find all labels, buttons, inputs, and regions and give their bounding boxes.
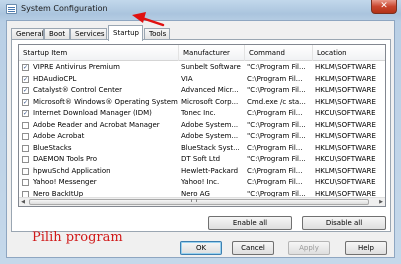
cell-manufacturer: Adobe System... [181, 132, 239, 140]
cell-item: Internet Download Manager (IDM) [33, 109, 152, 117]
startup-item-checkbox[interactable] [22, 64, 29, 71]
cell-manufacturer: VIA [181, 74, 193, 83]
startup-list-row[interactable]: hpwuSchd Application Hewlett-Packard C:\Pr… [19, 166, 385, 178]
window-title: System Configuration [21, 4, 108, 13]
cell-location: HKLM\SOFTWARE [315, 132, 376, 140]
startup-item-checkbox[interactable] [22, 87, 29, 94]
startup-item-checkbox[interactable] [22, 98, 29, 106]
list-header: Startup Item Manufacturer Command Locati… [19, 45, 385, 61]
cell-location: HKLM\SOFTWARE [315, 143, 376, 152]
startup-item-checkbox[interactable] [22, 156, 29, 163]
help-button[interactable]: Help [345, 241, 387, 255]
cell-command: "C:\Program Fil... [247, 86, 306, 94]
startup-list-row[interactable]: DAEMON Tools Pro DT Soft Ltd "C:\Program F… [19, 154, 385, 166]
cell-item: Yahoo! Messenger [33, 178, 97, 186]
cancel-button[interactable]: Cancel [232, 241, 274, 255]
title-bar[interactable]: System Configuration ✕ [0, 0, 401, 20]
startup-list-row[interactable]: Internet Download Manager (IDM) Tonec Inc… [19, 108, 385, 120]
enable-all-button[interactable]: Enable all [208, 216, 292, 230]
cell-manufacturer: Microsoft Corp... [181, 97, 239, 106]
scroll-left-arrow-icon[interactable]: ◀ [19, 198, 27, 206]
disable-all-button[interactable]: Disable all [302, 216, 386, 230]
cell-location: HKLM\SOFTWARE [315, 86, 376, 94]
column-startup-item[interactable]: Startup Item [19, 45, 179, 61]
startup-list-row[interactable]: HDAudioCPL VIA C:\Program Fil... HKLM\SOFTW… [19, 74, 385, 86]
cell-location: HKCU\SOFTWARE [315, 109, 376, 117]
startup-items-list[interactable]: Startup Item Manufacturer Command Locati… [18, 44, 386, 207]
startup-list-row[interactable]: Yahoo! Messenger Yahoo! Inc. C:\Program Fi… [19, 177, 385, 189]
cell-manufacturer: Advanced Micr... [181, 86, 239, 94]
scroll-right-arrow-icon[interactable]: ▶ [377, 198, 385, 206]
startup-item-checkbox[interactable] [22, 167, 29, 175]
cell-item: Catalyst® Control Center [33, 86, 123, 94]
cell-manufacturer: Hewlett-Packard [181, 166, 239, 175]
apply-button[interactable]: Apply [288, 241, 330, 255]
cell-location: HKLM\SOFTWARE [315, 63, 376, 71]
cell-manufacturer: Adobe System... [181, 120, 239, 129]
startup-list-row[interactable]: VIPRE Antivirus Premium Sunbelt Software "… [19, 62, 385, 74]
cell-manufacturer: BlueStack Syst... [181, 143, 240, 152]
cell-location: HKCU\SOFTWARE [315, 155, 376, 163]
cell-command: C:\Program Fil... [247, 166, 303, 175]
cell-command: "C:\Program Fil... [247, 63, 306, 71]
system-configuration-window: System Configuration ✕ General Boot Serv… [0, 0, 401, 264]
column-location[interactable]: Location [313, 45, 385, 61]
tab-startup[interactable]: Startup [108, 25, 143, 41]
cell-command: C:\Program Fil... [247, 109, 303, 117]
cell-manufacturer: Tonec Inc. [181, 109, 216, 117]
cell-location: HKLM\SOFTWARE [315, 97, 376, 106]
cell-item: HDAudioCPL [33, 74, 77, 83]
dialog-content: General Boot Services Startup Tools Star… [6, 20, 395, 258]
cell-item: hpwuSchd Application [33, 166, 111, 175]
startup-item-checkbox[interactable] [22, 75, 29, 83]
startup-list-row[interactable]: Microsoft® Windows® Operating SystemMicr… [19, 97, 385, 109]
cell-command: C:\Program Fil... [247, 74, 303, 83]
cell-item: Adobe Acrobat [33, 132, 85, 140]
startup-list-row[interactable]: Adobe Acrobat Adobe System... "C:\Program … [19, 131, 385, 143]
scrollbar-grip-icon [191, 199, 197, 202]
column-command[interactable]: Command [245, 45, 313, 61]
startup-item-checkbox[interactable] [22, 133, 29, 140]
cell-item: VIPRE Antivirus Premium [33, 63, 120, 71]
startup-list-row[interactable]: BlueStacks BlueStack Syst... C:\Program Fi… [19, 143, 385, 155]
startup-rows: VIPRE Antivirus Premium Sunbelt Software "… [19, 62, 385, 200]
cell-command: "C:\Program Fil... [247, 132, 306, 140]
cell-manufacturer: Sunbelt Software [181, 63, 241, 71]
startup-list-row[interactable]: Catalyst® Control Center Advanced Micr...… [19, 85, 385, 97]
cell-command: C:\Program Fil... [247, 178, 303, 186]
cell-location: HKLM\SOFTWARE [315, 120, 376, 129]
cell-location: HKCU\SOFTWARE [315, 178, 376, 186]
close-button[interactable]: ✕ [371, 0, 397, 14]
scrollbar-thumb[interactable] [29, 199, 369, 205]
cell-manufacturer: DT Soft Ltd [181, 155, 221, 163]
startup-item-checkbox[interactable] [22, 179, 29, 186]
cell-command: "C:\Program Fil... [247, 155, 306, 163]
startup-item-checkbox[interactable] [22, 121, 29, 129]
msconfig-app-icon [6, 4, 17, 14]
startup-item-checkbox[interactable] [22, 144, 29, 152]
startup-tab-panel: Startup Item Manufacturer Command Locati… [11, 39, 391, 245]
column-manufacturer[interactable]: Manufacturer [179, 45, 245, 61]
cell-command: C:\Program Fil... [247, 143, 303, 152]
cell-location: HKLM\SOFTWARE [315, 166, 376, 175]
startup-list-row[interactable]: Adobe Reader and Acrobat Manager Adobe Sy… [19, 120, 385, 132]
cell-location: HKLM\SOFTWARE [315, 74, 376, 83]
cell-item: Microsoft® Windows® Operating System [33, 97, 178, 106]
ok-button[interactable]: OK [180, 241, 222, 255]
annotation-pilih-program: Pilih program [32, 230, 123, 245]
cell-item: DAEMON Tools Pro [33, 155, 98, 163]
cell-command: Cmd.exe /c sta... [247, 97, 306, 106]
cell-manufacturer: Yahoo! Inc. [181, 178, 220, 186]
cell-item: BlueStacks [33, 143, 72, 152]
cell-item: Adobe Reader and Acrobat Manager [33, 120, 160, 129]
startup-item-checkbox[interactable] [22, 110, 29, 117]
horizontal-scrollbar[interactable]: ◀ ▶ [19, 197, 385, 206]
cell-command: "C:\Program Fil... [247, 120, 306, 129]
